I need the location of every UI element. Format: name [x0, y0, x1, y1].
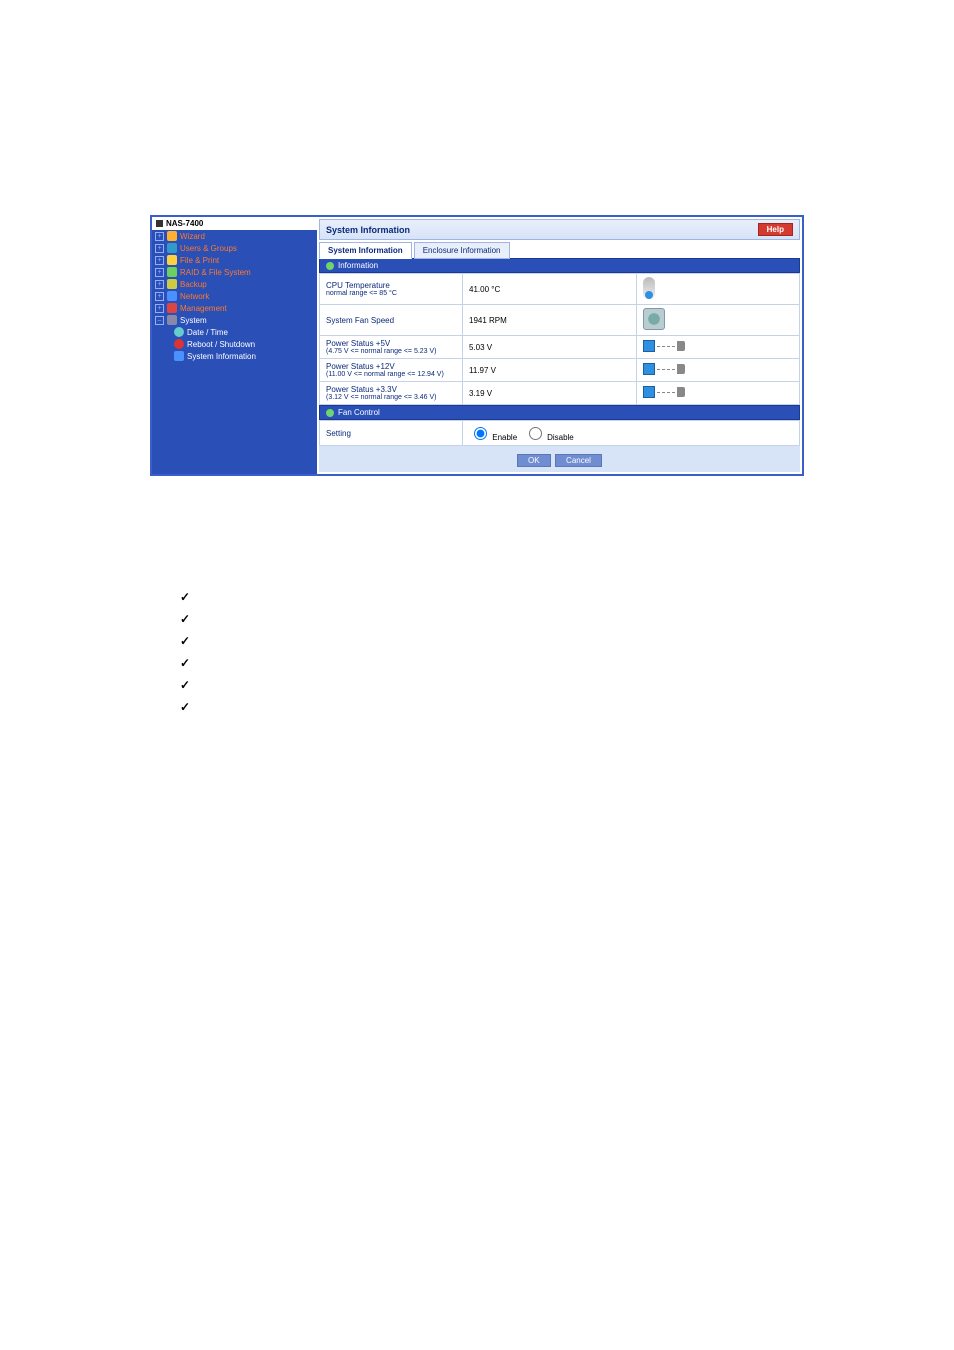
power-3-3v-value: 3.19 V [463, 382, 637, 405]
checklist-item [180, 608, 954, 630]
expander-icon[interactable]: + [155, 268, 164, 277]
tree-item-management[interactable]: + Management [152, 302, 317, 314]
clock-icon [174, 327, 184, 337]
panel-title: System Information [326, 225, 410, 235]
users-icon [167, 243, 177, 253]
tree-item-date-time[interactable]: Date / Time [174, 326, 317, 338]
info-icon [174, 351, 184, 361]
sidebar-header: NAS-7400 [152, 217, 317, 230]
cancel-button[interactable]: Cancel [555, 454, 602, 467]
checklist-item [180, 586, 954, 608]
checklist-item [180, 652, 954, 674]
app-window: NAS-7400 + Wizard + Users & Groups + Fil… [150, 215, 804, 476]
tree-item-file-print[interactable]: + File & Print [152, 254, 317, 266]
section-fan-control: Fan Control [319, 405, 800, 420]
cpu-temp-label: CPU Temperature [326, 281, 390, 290]
folder-icon [167, 255, 177, 265]
expander-icon[interactable]: + [155, 292, 164, 301]
help-button[interactable]: Help [758, 223, 793, 236]
network-icon [167, 291, 177, 301]
row-power-5v: Power Status +5V (4.75 V <= normal range… [320, 336, 800, 359]
tree-item-reboot-shutdown[interactable]: Reboot / Shutdown [174, 338, 317, 350]
power-5v-range: (4.75 V <= normal range <= 5.23 V) [326, 348, 456, 355]
fan-speed-value: 1941 RPM [463, 305, 637, 336]
psu-icon [643, 363, 685, 375]
power-5v-label: Power Status +5V [326, 339, 390, 348]
row-cpu-temp: CPU Temperature normal range <= 85 °C 41… [320, 274, 800, 305]
tree-item-backup[interactable]: + Backup [152, 278, 317, 290]
power-12v-value: 11.97 V [463, 359, 637, 382]
expander-icon[interactable]: + [155, 280, 164, 289]
expander-icon[interactable]: + [155, 244, 164, 253]
fan-disable-option[interactable]: Disable [524, 433, 574, 442]
ok-button[interactable]: OK [517, 454, 551, 467]
checklist-item [180, 696, 954, 718]
power-12v-label: Power Status +12V [326, 362, 395, 371]
fan-icon [643, 308, 665, 330]
power-5v-value: 5.03 V [463, 336, 637, 359]
device-icon [156, 220, 163, 227]
power-12v-range: (11.00 V <= normal range <= 12.94 V) [326, 371, 456, 378]
expander-icon[interactable]: + [155, 304, 164, 313]
fan-enable-option[interactable]: Enable [469, 433, 519, 442]
tree-item-users-groups[interactable]: + Users & Groups [152, 242, 317, 254]
power-icon [174, 339, 184, 349]
sidebar: NAS-7400 + Wizard + Users & Groups + Fil… [152, 217, 317, 474]
section-icon [326, 262, 334, 270]
tab-system-information[interactable]: System Information [319, 242, 412, 259]
row-power-12v: Power Status +12V (11.00 V <= normal ran… [320, 359, 800, 382]
tabs: System Information Enclosure Information [319, 242, 800, 259]
tree-item-network[interactable]: + Network [152, 290, 317, 302]
backup-icon [167, 279, 177, 289]
fan-control-table: Setting Enable Disable [319, 420, 800, 446]
tree-item-system-information[interactable]: System Information [174, 350, 317, 362]
thermometer-icon [643, 277, 655, 299]
info-table: CPU Temperature normal range <= 85 °C 41… [319, 273, 800, 405]
fan-enable-radio[interactable] [474, 427, 487, 440]
fan-setting-label: Setting [320, 421, 463, 446]
tree-item-raid[interactable]: + RAID & File System [152, 266, 317, 278]
management-icon [167, 303, 177, 313]
main-panel: System Information Help System Informati… [317, 217, 802, 474]
fan-setting-row: Setting Enable Disable [320, 421, 800, 446]
power-3-3v-label: Power Status +3.3V [326, 385, 397, 394]
row-fan-speed: System Fan Speed 1941 RPM [320, 305, 800, 336]
section-label: Fan Control [338, 408, 380, 417]
device-title: NAS-7400 [166, 219, 203, 228]
row-power-3-3v: Power Status +3.3V (3.12 V <= normal ran… [320, 382, 800, 405]
wizard-icon [167, 231, 177, 241]
power-3-3v-range: (3.12 V <= normal range <= 3.46 V) [326, 394, 456, 401]
tab-enclosure-information[interactable]: Enclosure Information [414, 242, 510, 259]
psu-icon [643, 340, 685, 352]
expander-icon[interactable]: + [155, 256, 164, 265]
section-label: Information [338, 261, 378, 270]
section-information: Information [319, 258, 800, 273]
cpu-temp-range: normal range <= 85 °C [326, 290, 456, 297]
psu-icon [643, 386, 685, 398]
tree-item-system[interactable]: – System [152, 314, 317, 326]
cpu-temp-value: 41.00 °C [463, 274, 637, 305]
checklist [180, 586, 954, 718]
fan-disable-radio[interactable] [529, 427, 542, 440]
checklist-item [180, 630, 954, 652]
disk-icon [167, 267, 177, 277]
panel-title-bar: System Information Help [319, 219, 800, 240]
fan-speed-label: System Fan Speed [326, 316, 394, 325]
checklist-item [180, 674, 954, 696]
section-icon [326, 409, 334, 417]
expander-icon[interactable]: + [155, 232, 164, 241]
tree-item-wizard[interactable]: + Wizard [152, 230, 317, 242]
collapse-icon[interactable]: – [155, 316, 164, 325]
system-icon [167, 315, 177, 325]
button-row: OK Cancel [319, 446, 800, 472]
